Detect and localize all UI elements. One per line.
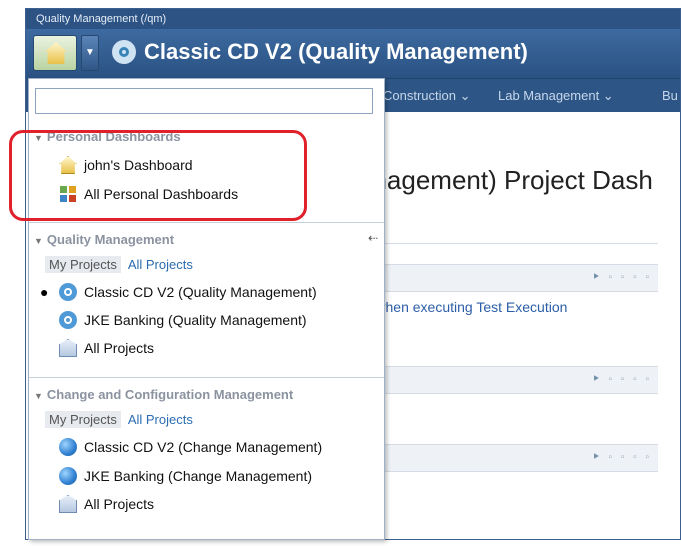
annotation-highlight	[9, 130, 307, 221]
menu-item-jke-banking-cm[interactable]: JKE Banking (Change Management)	[59, 467, 312, 485]
widget-toolbar[interactable]: ⯈ ▫ ▫ ▫ ▫	[592, 374, 652, 385]
menu-item-all-projects-cm[interactable]: All Projects	[59, 495, 154, 513]
widget-header: ⯈ ▫ ▫ ▫ ▫	[358, 444, 658, 472]
menu-item-classic-cd-v2-cm[interactable]: Classic CD V2 (Change Management)	[59, 438, 322, 456]
quality-management-icon	[59, 283, 77, 301]
expand-triangle-icon: ▼	[34, 391, 43, 401]
home-menu-button[interactable]	[33, 35, 77, 71]
widget-header: ⯈ ▫ ▫ ▫ ▫	[358, 264, 658, 292]
change-management-icon	[59, 467, 77, 485]
quality-management-icon	[112, 40, 136, 64]
search-input[interactable]	[35, 88, 373, 114]
all-projects-icon	[59, 339, 77, 357]
menu-item-classic-cd-v2-qm[interactable]: Classic CD V2 (Quality Management)	[59, 283, 317, 301]
quality-management-icon	[59, 311, 77, 329]
project-title-text: Classic CD V2 (Quality Management)	[144, 39, 528, 64]
menu-item-all-projects-qm[interactable]: All Projects	[59, 339, 154, 357]
ccm-heading[interactable]: ▼ Change and Configuration Management	[34, 387, 293, 402]
menu-item-jke-banking-qm[interactable]: JKE Banking (Quality Management)	[59, 311, 307, 329]
widget-toolbar[interactable]: ⯈ ▫ ▫ ▫ ▫	[592, 272, 652, 283]
section-divider	[29, 222, 384, 223]
project-banner: ▼ Classic CD V2 (Quality Management)	[26, 29, 680, 78]
divider	[358, 243, 658, 244]
ccm-tabs: My Projects All Projects	[45, 411, 193, 428]
change-management-icon	[59, 438, 77, 456]
tab-all-projects[interactable]: All Projects	[128, 412, 193, 427]
quality-management-tabs: My Projects All Projects	[45, 256, 193, 273]
all-projects-icon	[59, 495, 77, 513]
expand-triangle-icon: ▼	[34, 236, 43, 246]
window-title: Quality Management (/qm)	[26, 9, 680, 29]
section-divider	[29, 377, 384, 378]
widget-header: ⯈ ▫ ▫ ▫ ▫	[358, 366, 658, 394]
nav-construction-menu[interactable]: Construction ⌄	[383, 88, 470, 104]
current-project-bullet: ●	[40, 284, 49, 300]
page-title: anagement) Project Dash	[358, 165, 653, 195]
home-menu-dropdown-arrow[interactable]: ▼	[81, 35, 99, 71]
project-title: Classic CD V2 (Quality Management)	[112, 39, 528, 65]
tab-all-projects[interactable]: All Projects	[128, 257, 193, 272]
tab-my-projects[interactable]: My Projects	[45, 411, 121, 428]
nav-lab-management-menu[interactable]: Lab Management ⌄	[498, 88, 614, 104]
home-icon	[45, 42, 67, 64]
quality-management-heading[interactable]: ▼ Quality Management	[34, 232, 174, 247]
tab-my-projects[interactable]: My Projects	[45, 256, 121, 273]
nav-builds-menu[interactable]: Bu	[662, 88, 678, 103]
widget-toolbar[interactable]: ⯈ ▫ ▫ ▫ ▫	[592, 452, 652, 463]
widget-link[interactable]: rt" when executing Test Execution	[358, 299, 567, 315]
collapse-panel-icon[interactable]: ⇠	[368, 231, 378, 245]
